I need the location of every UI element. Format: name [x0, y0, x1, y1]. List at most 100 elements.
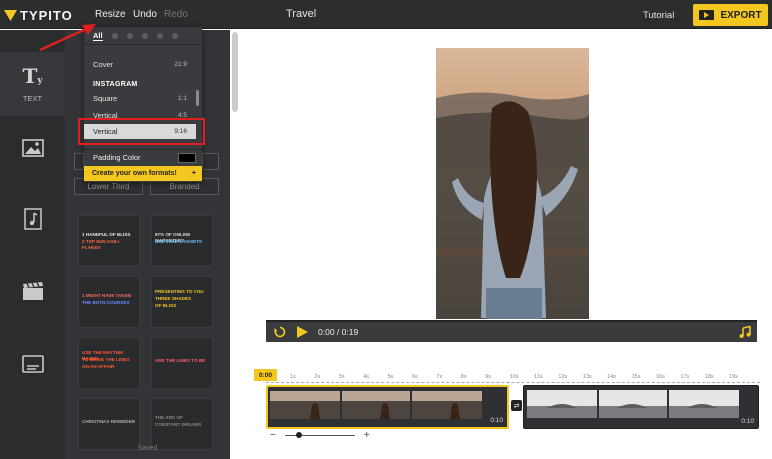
padding-color-row[interactable]: Padding Color [84, 149, 202, 165]
player-bar: 0:00 / 0:19 [266, 320, 757, 342]
music-note-icon[interactable] [739, 326, 751, 338]
padding-color-swatch[interactable] [178, 152, 196, 163]
template-text: 1 MIGHT HAVE TAKEN [82, 293, 132, 298]
ruler-tick-label: 12s [558, 374, 568, 380]
template-thumbnail[interactable]: 1 HANDFUL OF BLISS 2 TSP SUN CHILI FLAKES [78, 215, 140, 267]
template-text: ARE THE LINES TO BE [155, 358, 206, 363]
format-option-square[interactable]: Square 1:1 [84, 91, 196, 106]
timeline-clip-1[interactable]: 0:10 [266, 385, 509, 429]
ruler-tick-label: 10s [509, 374, 519, 380]
rail-item-text[interactable]: Ty TEXT [0, 52, 65, 116]
template-text: THE ARC OF [155, 415, 183, 420]
playhead-time[interactable]: 0:00 [254, 369, 277, 381]
ruler-tick-label: 17s [680, 374, 690, 380]
typito-logo-icon [4, 9, 17, 22]
image-icon [21, 139, 44, 157]
ruler-tick-label: 11s [534, 374, 543, 380]
ruler-tick-label: 19s [729, 374, 739, 380]
format-option-ratio: 1:1 [177, 95, 187, 102]
format-option-label: Square [93, 94, 118, 103]
clip-thumbnail-strip [270, 391, 482, 419]
rail-item-media[interactable] [0, 136, 65, 160]
zoom-slider[interactable] [284, 431, 355, 438]
export-video-icon [699, 10, 715, 20]
rail-item-clapper[interactable] [0, 279, 65, 303]
facebook-tab-icon[interactable] [126, 32, 133, 39]
zoom-out-button[interactable]: − [270, 430, 276, 441]
template-thumbnail[interactable]: ARE THE LINES TO BE [151, 337, 213, 389]
template-thumbnail[interactable]: CHRISTMAS REMINDER [78, 398, 140, 450]
template-text: CONSTANT DREAMS [155, 422, 202, 427]
total-duration: 0:19 [341, 327, 359, 337]
ruler-tick-label: 13s [582, 374, 592, 380]
rail-item-text-label: TEXT [22, 93, 43, 103]
rail-item-subtitles[interactable] [0, 352, 65, 376]
clip-duration: 0:10 [741, 418, 754, 425]
timeline-clip-2[interactable]: 0:10 [523, 385, 759, 429]
ruler-tick-label: 16s [656, 374, 665, 380]
twitter-tab-icon[interactable] [156, 32, 163, 39]
video-preview[interactable] [436, 48, 589, 319]
ruler-tick-label: 7s [436, 374, 443, 380]
youtube-tab-icon[interactable] [111, 32, 118, 39]
subtitles-icon [21, 355, 44, 373]
replay-icon[interactable] [274, 326, 286, 338]
ruler-tick-label: 9s [485, 374, 491, 380]
ruler-tick-label: 5s [387, 374, 394, 380]
rail-item-music[interactable] [0, 206, 65, 232]
template-text: PRESENTING TO YOU [155, 289, 204, 294]
template-thumbnail[interactable]: THE ARC OF CONSTANT DREAMS [151, 398, 213, 450]
timeline-ruler[interactable] [266, 382, 760, 384]
clapperboard-icon [22, 282, 43, 300]
format-tabs: All [84, 27, 202, 45]
create-formats-label: Create your own formats! [92, 170, 177, 177]
transition-icon[interactable]: ⇄ [511, 400, 522, 411]
saved-label: Saved [137, 445, 158, 452]
ruler-tick-label: 4s [363, 374, 369, 380]
annotation-highlight-box [78, 118, 205, 145]
template-text: THREE SHADES [155, 296, 191, 301]
export-label: EXPORT [720, 9, 762, 21]
branded-label: Branded [169, 182, 200, 191]
ruler-tick-label: 6s [412, 374, 418, 380]
top-bar: TYPITO Resize Undo Redo Travel Tutorial … [0, 0, 772, 29]
plus-icon: + [191, 170, 196, 177]
template-thumbnail[interactable]: USE THE RHYTHM BASED TO BRING THE LINES ON… [78, 337, 140, 389]
instagram-tab-icon[interactable] [171, 32, 178, 39]
playback-time: 0:00 / 0:19 [318, 327, 358, 337]
zoom-in-button[interactable]: + [364, 430, 370, 441]
undo-button[interactable]: Undo [133, 9, 157, 20]
linkedin-tab-icon[interactable] [141, 32, 148, 39]
zoom-slider-handle[interactable] [295, 431, 302, 438]
annotation-arrow-icon [39, 24, 96, 52]
instagram-section-title: INSTAGRAM [93, 81, 138, 88]
format-option-cover[interactable]: Cover 21:9 [84, 57, 196, 72]
clip-duration: 0:10 [490, 417, 503, 424]
category-button-right[interactable] [202, 153, 219, 170]
project-title[interactable]: Travel [286, 8, 316, 20]
ruler-tick-label: 15s [631, 374, 641, 380]
zoom-control: − + [270, 430, 370, 441]
category-button-left[interactable] [74, 153, 84, 170]
format-option-label: Cover [93, 60, 114, 69]
ruler-tick-label: 3s [338, 374, 345, 380]
dropdown-scrollbar[interactable] [196, 90, 199, 106]
ruler-tick-label: 1s [290, 374, 296, 380]
logo-text: TYPITO [20, 7, 73, 23]
play-icon[interactable] [296, 326, 308, 338]
format-option-ratio: 21:9 [174, 61, 187, 68]
template-text: ON AN AFFAIR [82, 364, 115, 369]
left-rail: Ty TEXT [0, 30, 65, 459]
resize-menu[interactable]: Resize [95, 9, 126, 20]
template-thumbnail[interactable]: PRESENTING TO YOU THREE SHADES OF BLISS [151, 276, 213, 328]
template-text: USE VISUAL ASSETS [155, 239, 202, 244]
template-thumbnail[interactable]: 1 MIGHT HAVE TAKEN THE BOTH COURSES [78, 276, 140, 328]
tutorial-link[interactable]: Tutorial [643, 10, 674, 21]
export-button[interactable]: EXPORT [693, 4, 768, 26]
ruler-tick-label: 8s [460, 374, 467, 380]
redo-button[interactable]: Redo [164, 9, 188, 20]
template-text: CHRISTMAS REMINDER [82, 419, 136, 424]
template-text: OF BLISS [155, 303, 177, 308]
create-formats-button[interactable]: Create your own formats! + [84, 166, 202, 181]
template-thumbnail[interactable]: 87% OF ONLINE MARKETERS USE VISUAL ASSETS [151, 215, 213, 267]
